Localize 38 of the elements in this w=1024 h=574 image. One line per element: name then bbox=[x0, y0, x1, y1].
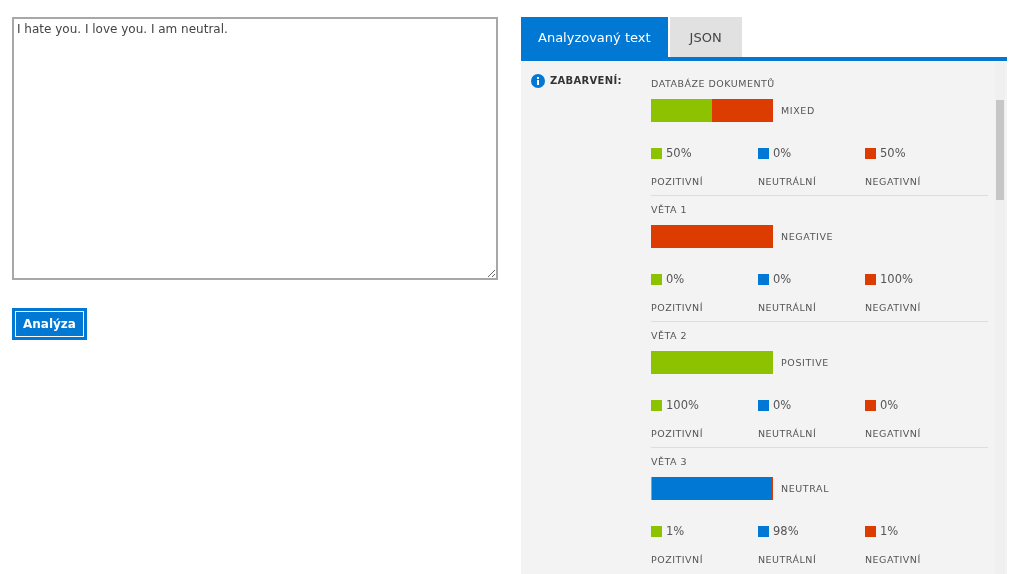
sentiment-verdict: MIXED bbox=[781, 105, 815, 116]
legend-label: NEGATIVNÍ bbox=[865, 554, 921, 565]
percentage: 1% bbox=[666, 524, 685, 538]
percentage: 1% bbox=[880, 524, 899, 538]
legend-label: NEUTRÁLNÍ bbox=[758, 176, 817, 187]
legend-label: NEUTRÁLNÍ bbox=[758, 302, 817, 313]
section-title: VĚTA 2 bbox=[651, 330, 689, 343]
section-title: VĚTA 3 bbox=[651, 456, 689, 469]
percentage: 98% bbox=[773, 524, 799, 538]
percentage: 50% bbox=[666, 146, 692, 160]
sentiment-verdict: NEGATIVE bbox=[781, 231, 834, 242]
legend-label: POZITIVNÍ bbox=[651, 302, 704, 313]
section-title: VĚTA 1 bbox=[651, 204, 689, 217]
percentage: 0% bbox=[880, 398, 899, 412]
analyze-button[interactable]: Analýza bbox=[12, 308, 87, 340]
legend-label: POZITIVNÍ bbox=[651, 428, 704, 439]
sentiment-verdict: NEUTRAL bbox=[781, 483, 830, 494]
sentiment-verdict: POSITIVE bbox=[781, 357, 829, 368]
percentage: 0% bbox=[666, 272, 685, 286]
legend-label: NEGATIVNÍ bbox=[865, 176, 921, 187]
legend-label: NEUTRÁLNÍ bbox=[758, 554, 817, 565]
tab[interactable]: Analyzovaný text bbox=[521, 17, 668, 57]
tab[interactable]: JSON bbox=[669, 17, 742, 57]
legend-label: NEGATIVNÍ bbox=[865, 428, 921, 439]
legend-label: NEGATIVNÍ bbox=[865, 302, 921, 313]
legend-label: POZITIVNÍ bbox=[651, 176, 704, 187]
sentiment-label: ZABARVENÍ: bbox=[550, 74, 622, 88]
legend-label: POZITIVNÍ bbox=[651, 554, 704, 565]
percentage: 0% bbox=[773, 272, 792, 286]
section-title: DATABÁZE DOKUMENTŮ bbox=[651, 78, 776, 91]
percentage: 0% bbox=[773, 146, 792, 160]
text-input[interactable]: I hate you. I love you. I am neutral. bbox=[12, 17, 498, 280]
legend-label: NEUTRÁLNÍ bbox=[758, 428, 817, 439]
percentage: 50% bbox=[880, 146, 906, 160]
info-icon bbox=[531, 74, 545, 88]
percentage: 100% bbox=[666, 398, 699, 412]
percentage: 0% bbox=[773, 398, 792, 412]
percentage: 100% bbox=[880, 272, 913, 286]
